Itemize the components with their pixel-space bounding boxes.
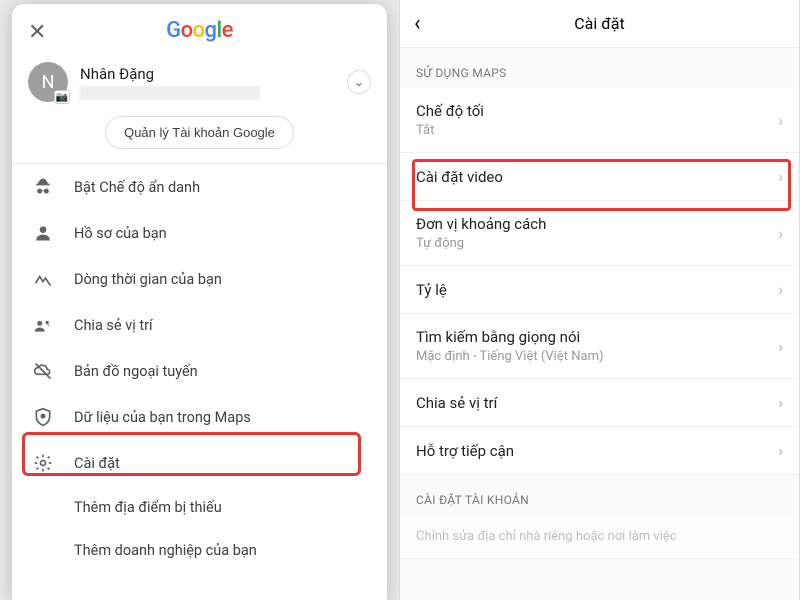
page-title: Cài đặt xyxy=(574,14,624,33)
row-location-sharing[interactable]: Chia sẻ vị trí › xyxy=(400,379,799,427)
account-name: Nhân Đặng xyxy=(80,65,260,83)
menu-location-share[interactable]: Chia sẻ vị trí xyxy=(12,302,387,348)
setting-title: Chia sẻ vị trí xyxy=(416,394,778,412)
setting-title: Hỗ trợ tiếp cận xyxy=(416,442,778,460)
chevron-right-icon: › xyxy=(778,393,783,412)
avatar: N 📷 xyxy=(28,62,68,102)
menu-your-data[interactable]: Dữ liệu của bạn trong Maps xyxy=(12,394,387,440)
menu-label: Cài đặt xyxy=(74,455,120,472)
setting-subtitle: Tự động xyxy=(416,236,778,251)
row-distance-units[interactable]: Đơn vị khoảng cách Tự động › xyxy=(400,201,799,266)
setting-subtitle: Mặc định - Tiếng Việt (Việt Nam) xyxy=(416,349,778,364)
gear-icon xyxy=(32,453,54,473)
section-header-account: CÀI ĐẶT TÀI KHOẢN xyxy=(400,475,799,515)
menu-timeline[interactable]: Dòng thời gian của bạn xyxy=(12,256,387,302)
setting-subtitle: Tắt xyxy=(416,123,778,138)
setting-title: Chế độ tối xyxy=(416,102,778,120)
account-dialog: ✕ Google N 📷 Nhân Đặng ⌄ Quản lý Tài kho… xyxy=(12,4,387,600)
back-icon[interactable]: ‹ xyxy=(414,11,421,36)
chevron-right-icon: › xyxy=(778,337,783,356)
menu-label: Chia sẻ vị trí xyxy=(74,317,153,334)
settings-header: ‹ Cài đặt xyxy=(400,0,799,48)
left-phone: ✕ Google N 📷 Nhân Đặng ⌄ Quản lý Tài kho… xyxy=(0,0,400,600)
row-accessibility[interactable]: Hỗ trợ tiếp cận › xyxy=(400,427,799,475)
settings-body: SỬ DỤNG MAPS Chế độ tối Tắt › Cài đặt vi… xyxy=(400,48,799,600)
close-icon[interactable]: ✕ xyxy=(28,20,46,45)
menu-label: Dữ liệu của bạn trong Maps xyxy=(74,409,251,426)
cloud-off-icon xyxy=(32,361,54,381)
row-edit-address[interactable]: Chỉnh sửa địa chỉ nhà riêng hoặc nơi làm… xyxy=(400,515,799,559)
row-dark-mode[interactable]: Chế độ tối Tắt › xyxy=(400,88,799,153)
timeline-icon xyxy=(32,269,54,289)
chevron-right-icon: › xyxy=(778,111,783,130)
chevron-right-icon: › xyxy=(778,224,783,243)
menu-settings[interactable]: Cài đặt xyxy=(12,440,387,486)
menu-add-missing-place[interactable]: Thêm địa điểm bị thiếu xyxy=(12,486,387,529)
setting-title: Chỉnh sửa địa chỉ nhà riêng hoặc nơi làm… xyxy=(416,529,783,544)
setting-title: Tìm kiếm bằng giọng nói xyxy=(416,328,778,346)
right-phone: ‹ Cài đặt SỬ DỤNG MAPS Chế độ tối Tắt › … xyxy=(400,0,800,600)
shield-icon xyxy=(32,407,54,427)
account-row[interactable]: N 📷 Nhân Đặng ⌄ xyxy=(12,56,387,112)
row-scale[interactable]: Tỷ lệ › xyxy=(400,266,799,314)
setting-title: Đơn vị khoảng cách xyxy=(416,215,778,233)
setting-title: Cài đặt video xyxy=(416,168,778,186)
menu-label: Bật Chế độ ẩn danh xyxy=(74,179,200,196)
menu-offline-maps[interactable]: Bản đồ ngoại tuyến xyxy=(12,348,387,394)
location-share-icon xyxy=(32,315,54,335)
chevron-right-icon: › xyxy=(778,280,783,299)
chevron-right-icon: › xyxy=(778,441,783,460)
google-logo: Google xyxy=(166,18,233,43)
chevron-down-icon[interactable]: ⌄ xyxy=(347,70,371,94)
menu-add-business[interactable]: Thêm doanh nghiệp của bạn xyxy=(12,529,387,572)
person-icon xyxy=(32,223,54,243)
menu-profile[interactable]: Hồ sơ của bạn xyxy=(12,210,387,256)
manage-account-button[interactable]: Quản lý Tài khoản Google xyxy=(105,116,294,149)
menu-incognito[interactable]: Bật Chế độ ẩn danh xyxy=(12,164,387,210)
menu-label: Hồ sơ của bạn xyxy=(74,225,167,242)
dialog-header: ✕ Google xyxy=(12,4,387,56)
account-email-redacted xyxy=(80,86,260,100)
incognito-icon xyxy=(32,177,54,197)
menu-label: Thêm địa điểm bị thiếu xyxy=(74,499,222,516)
row-voice-search[interactable]: Tìm kiếm bằng giọng nói Mặc định - Tiếng… xyxy=(400,314,799,379)
chevron-right-icon: › xyxy=(778,167,783,186)
menu-label: Thêm doanh nghiệp của bạn xyxy=(74,542,257,559)
menu-label: Bản đồ ngoại tuyến xyxy=(74,363,198,380)
menu-label: Dòng thời gian của bạn xyxy=(74,271,222,288)
setting-title: Tỷ lệ xyxy=(416,281,778,299)
row-video-settings[interactable]: Cài đặt video › xyxy=(400,153,799,201)
section-header-maps: SỬ DỤNG MAPS xyxy=(400,48,799,88)
camera-icon: 📷 xyxy=(54,90,70,104)
